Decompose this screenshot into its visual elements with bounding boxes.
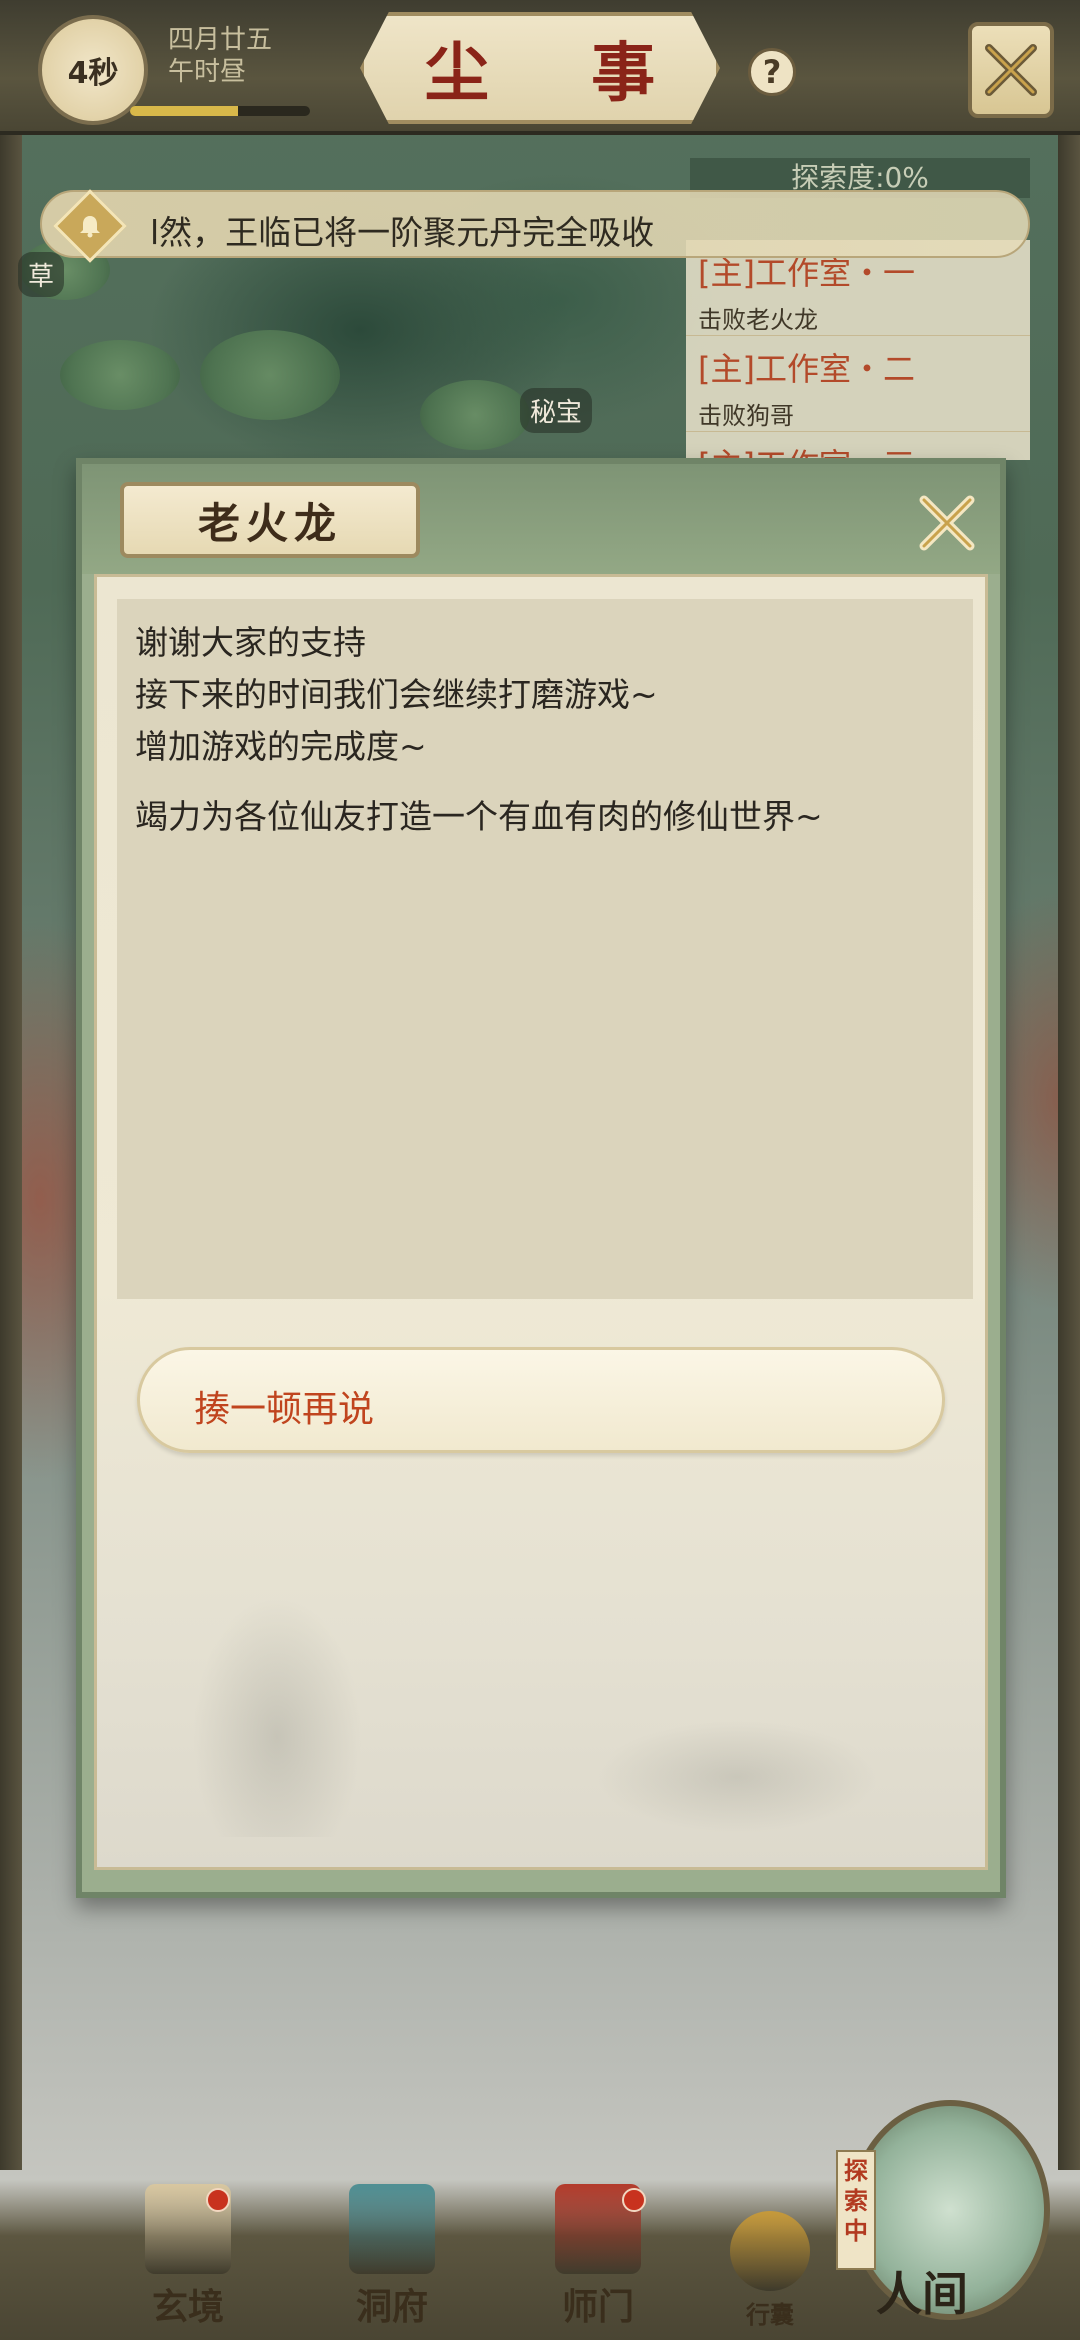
help-button[interactable]: ?	[748, 48, 796, 96]
nav-label: 洞府	[355, 2286, 428, 2328]
date-day: 四月廿五	[168, 25, 273, 55]
notification-dot	[622, 2188, 646, 2212]
speaker-plaque: 老火龙	[120, 482, 420, 558]
nav-item-xingnang[interactable]: 行囊	[700, 2180, 840, 2330]
nav-label: 师门	[561, 2286, 634, 2328]
close-icon	[985, 44, 1037, 96]
nav-item-dongfu[interactable]: 洞府	[322, 2180, 462, 2330]
notification-text: l然，王临已将一阶聚元丹完全吸收	[150, 213, 655, 252]
lily-pad	[200, 330, 340, 420]
close-icon	[919, 495, 975, 551]
quest-title: [主]工作室・二	[698, 350, 915, 388]
dialog-panel: 老火龙 谢谢大家的支持 接下来的时间我们会继续打磨游戏~ 增加游戏的完成度~ 竭…	[76, 458, 1006, 1898]
dialog-body: 谢谢大家的支持 接下来的时间我们会继续打磨游戏~ 增加游戏的完成度~ 竭力为各位…	[94, 574, 988, 1870]
time-progress-fill	[130, 106, 238, 116]
quest-list: [主]工作室・一 击败老火龙 [主]工作室・二 击败狗哥 [主]工作室・三	[686, 240, 1030, 484]
exploring-tag: 探索中	[836, 2150, 876, 2270]
pavilion-icon	[349, 2184, 435, 2274]
right-frame	[1058, 110, 1080, 2170]
time-progress-bar	[130, 106, 310, 116]
world-label: 人间	[876, 2267, 968, 2321]
bag-icon	[730, 2211, 810, 2291]
map-label-grass[interactable]: 草	[18, 252, 65, 297]
quest-item[interactable]: [主]工作室・二 击败狗哥	[686, 336, 1030, 432]
game-date: 四月廿五 午时昼	[168, 24, 272, 88]
bell-icon	[53, 189, 127, 263]
top-bar: 4秒 四月廿五 午时昼 尘 事 ?	[0, 0, 1080, 135]
map-label-treasure[interactable]: 秘宝	[520, 388, 593, 433]
notification-dot	[206, 2188, 230, 2212]
mountain-mist-illustration	[137, 1537, 937, 1837]
page-title: 尘 事	[424, 36, 696, 111]
message-line: 谢谢大家的支持	[135, 623, 366, 662]
lily-pad	[60, 340, 180, 410]
notification-bar: l然，王临已将一阶聚元丹完全吸收	[40, 189, 1030, 263]
message-line: 竭力为各位仙友打造一个有血有肉的修仙世界~	[135, 797, 823, 836]
choice-label: 揍一顿再说	[194, 1389, 375, 1430]
close-button[interactable]	[968, 22, 1054, 118]
dialog-close-button[interactable]	[912, 488, 982, 558]
speaker-name: 老火龙	[197, 498, 342, 548]
message-line: 增加游戏的完成度~	[135, 727, 427, 766]
title-plaque: 尘 事	[360, 12, 720, 124]
left-frame	[0, 110, 22, 2170]
nav-item-shimen[interactable]: 师门	[528, 2180, 668, 2330]
quest-subtitle: 击败狗哥	[698, 402, 794, 430]
message-box: 谢谢大家的支持 接下来的时间我们会继续打磨游戏~ 增加游戏的完成度~ 竭力为各位…	[117, 599, 973, 1299]
choice-button[interactable]: 揍一顿再说	[137, 1347, 945, 1453]
quest-subtitle: 击败老火龙	[698, 306, 818, 334]
nav-label: 行囊	[746, 2300, 794, 2329]
date-time: 午时昼	[168, 57, 247, 87]
message-line: 接下来的时间我们会继续打磨游戏~	[135, 675, 658, 714]
nav-item-xuanjing[interactable]: 玄境	[118, 2180, 258, 2330]
dialog-header: 老火龙	[82, 464, 1000, 574]
nav-label: 玄境	[151, 2286, 224, 2328]
lily-pad	[420, 380, 530, 450]
